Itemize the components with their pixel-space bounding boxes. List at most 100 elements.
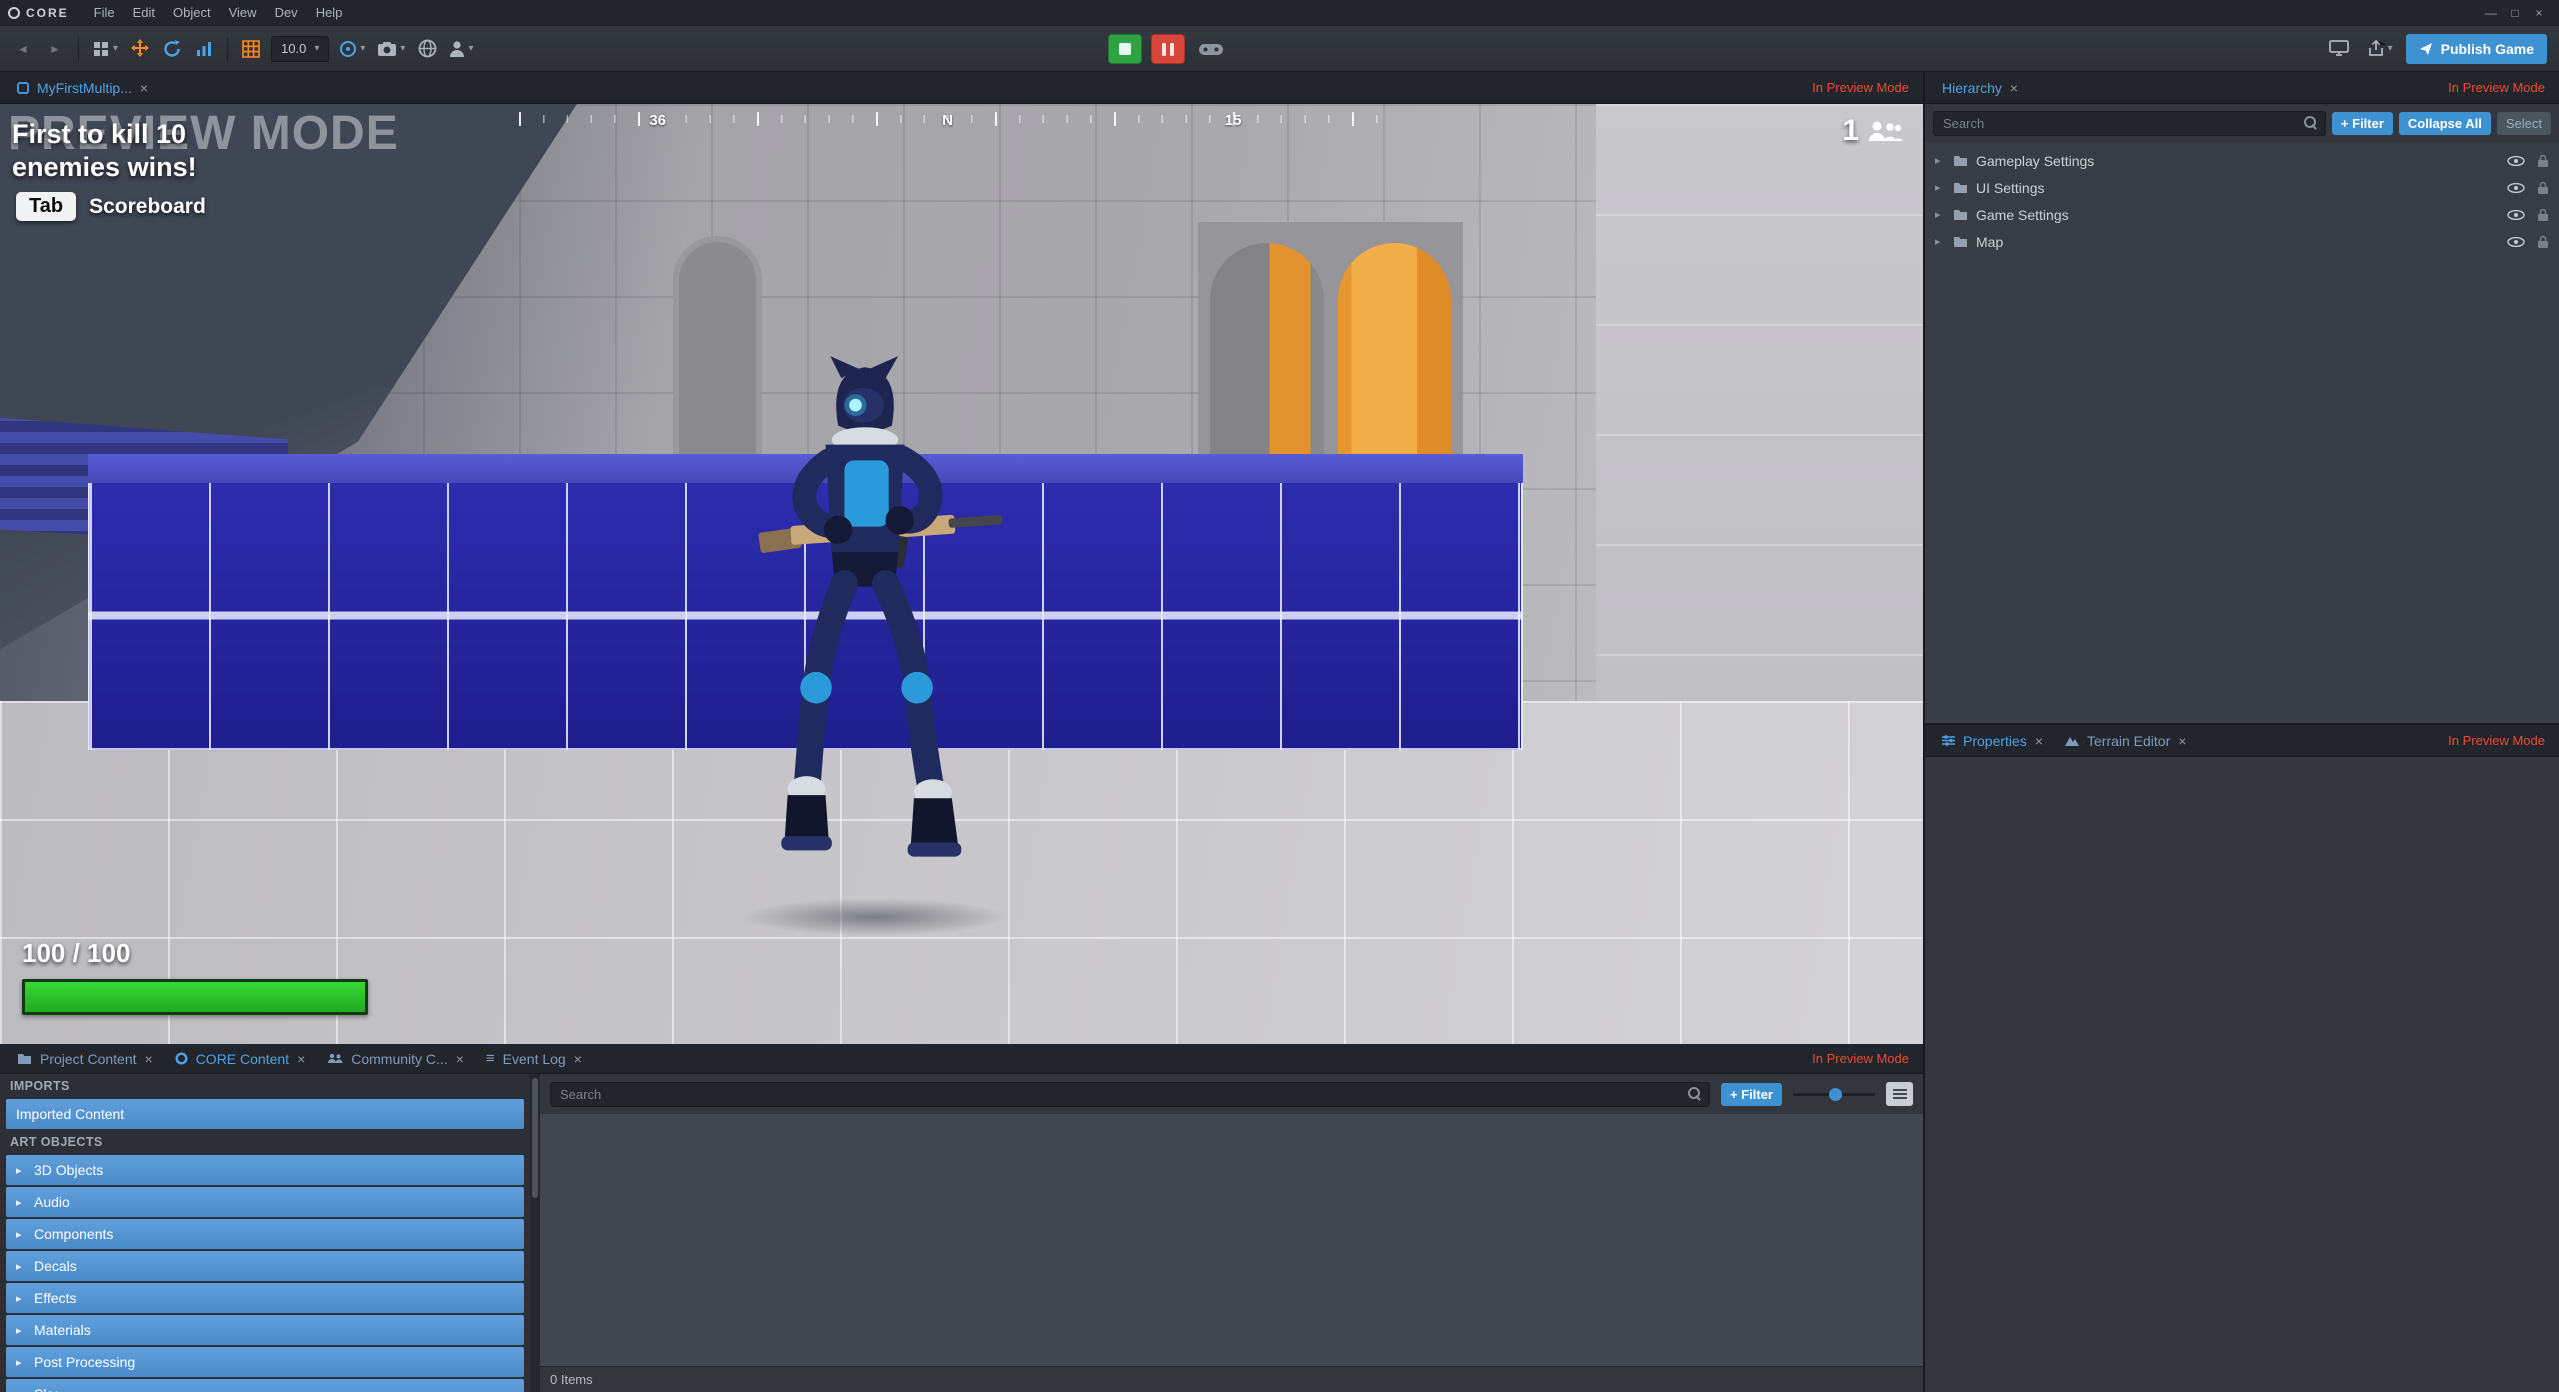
expand-arrow-icon[interactable]: ▸ [1935, 154, 1945, 167]
menu-dev[interactable]: Dev [266, 3, 307, 22]
tab-scene-myfirstmultiplayer[interactable]: MyFirstMultip... × [6, 72, 159, 103]
close-icon[interactable]: × [456, 1051, 464, 1067]
avatar-settings-button[interactable]: ▾ [444, 33, 478, 65]
undo-button[interactable]: ◄ [8, 33, 38, 65]
lock-icon[interactable] [2537, 208, 2549, 222]
menu-view[interactable]: View [220, 3, 266, 22]
close-icon[interactable]: × [145, 1051, 153, 1067]
expand-arrow-icon[interactable]: ▸ [1935, 208, 1945, 221]
close-icon[interactable]: × [140, 80, 148, 96]
tab-community-content[interactable]: Community C... × [316, 1044, 475, 1073]
sidebar-item-sky[interactable]: ▸Sky [6, 1379, 524, 1392]
objective-line-1: First to kill 10 [12, 119, 187, 149]
expand-arrow-icon[interactable]: ▸ [1935, 181, 1945, 194]
visibility-eye-icon[interactable] [2507, 209, 2525, 220]
close-icon[interactable]: × [2010, 80, 2018, 96]
expand-arrow-icon[interactable]: ▸ [1935, 235, 1945, 248]
visibility-eye-icon[interactable] [2507, 236, 2525, 247]
grid-size-select[interactable]: 10.0 ▾ [271, 35, 330, 62]
sidebar-item-audio[interactable]: ▸ Audio [6, 1187, 524, 1217]
hierarchy-item-map[interactable]: ▸ Map [1925, 228, 2559, 255]
expand-arrow-icon[interactable]: ▸ [16, 1196, 26, 1209]
visibility-eye-icon[interactable] [2507, 182, 2525, 193]
close-icon[interactable]: × [2035, 733, 2043, 749]
rotation-snap-button[interactable]: ▾ [334, 33, 370, 65]
close-icon[interactable]: × [574, 1051, 582, 1067]
chevron-down-icon: ▾ [314, 42, 320, 54]
select-button[interactable]: Select [2496, 111, 2551, 135]
sidebar-item-materials[interactable]: ▸ Materials [6, 1315, 524, 1345]
hierarchy-item-ui-settings[interactable]: ▸ UI Settings [1925, 174, 2559, 201]
export-button[interactable]: ▾ [2362, 33, 2398, 65]
expand-arrow-icon[interactable]: ▸ [16, 1164, 26, 1177]
hierarchy-item-game-settings[interactable]: ▸ Game Settings [1925, 201, 2559, 228]
preview-mode-indicator: In Preview Mode [1812, 80, 1909, 95]
asset-grid-empty[interactable] [540, 1114, 1923, 1366]
publish-game-button[interactable]: Publish Game [2405, 33, 2547, 64]
sidebar-item-decals[interactable]: ▸ Decals [6, 1251, 524, 1281]
expand-arrow-icon[interactable]: ▸ [16, 1388, 26, 1392]
sidebar-item-effects[interactable]: ▸ Effects [6, 1283, 524, 1313]
scrollbar-thumb[interactable] [532, 1078, 538, 1198]
menu-file[interactable]: File [85, 3, 124, 22]
minimize-button[interactable]: — [2479, 6, 2503, 20]
scale-tool-button[interactable] [189, 33, 219, 65]
pause-button[interactable] [1151, 34, 1185, 64]
window-close-button[interactable]: × [2527, 6, 2551, 20]
expand-arrow-icon[interactable]: ▸ [16, 1324, 26, 1337]
expand-arrow-icon[interactable]: ▸ [16, 1356, 26, 1369]
close-icon[interactable]: × [297, 1051, 305, 1067]
menu-object[interactable]: Object [164, 3, 220, 22]
viewport-3d[interactable]: 36 N 15 PREVIEW MODE First to kill 10 en… [0, 104, 1923, 1044]
lock-icon[interactable] [2537, 181, 2549, 195]
sidebar-item-imported-content[interactable]: Imported Content [6, 1099, 524, 1129]
menu-help[interactable]: Help [307, 3, 352, 22]
close-icon[interactable]: × [2178, 733, 2186, 749]
toolbar-separator [78, 36, 79, 61]
content-search-input[interactable] [550, 1081, 1710, 1107]
tab-hierarchy[interactable]: Hierarchy × [1931, 72, 2029, 103]
lock-icon[interactable] [2537, 154, 2549, 168]
slider-knob[interactable] [1829, 1087, 1842, 1101]
tab-core-content[interactable]: CORE Content × [164, 1044, 317, 1073]
gamepad-button[interactable] [1194, 33, 1228, 65]
redo-button[interactable]: ► [40, 33, 70, 65]
sidebar-item-components[interactable]: ▸ Components [6, 1219, 524, 1249]
maximize-button[interactable]: □ [2503, 6, 2527, 20]
thumbnail-size-slider[interactable] [1793, 1087, 1875, 1101]
hierarchy-filter-button[interactable]: + Filter [2331, 111, 2393, 135]
expand-arrow-icon[interactable]: ▸ [16, 1260, 26, 1273]
visibility-eye-icon[interactable] [2507, 155, 2525, 166]
content-filter-button[interactable]: + Filter [1721, 1082, 1782, 1106]
view-mode-button[interactable]: ▾ [87, 33, 123, 65]
move-crosshair-icon [131, 38, 150, 57]
snap-to-grid-button[interactable] [236, 33, 266, 65]
event-log-icon: ≡ [485, 1050, 495, 1067]
lock-icon[interactable] [2537, 235, 2549, 249]
expand-arrow-icon[interactable]: ▸ [16, 1228, 26, 1241]
multiplayer-preview-button[interactable] [412, 33, 442, 65]
core-logo: CORE [8, 6, 69, 20]
tab-project-content[interactable]: Project Content × [6, 1044, 164, 1073]
core-logo-icon [175, 1052, 188, 1065]
tab-terrain-editor[interactable]: Terrain Editor × [2054, 725, 2197, 756]
stop-button[interactable] [1108, 34, 1142, 64]
hierarchy-search-input[interactable] [1933, 110, 2326, 136]
collapse-all-button[interactable]: Collapse All [2398, 111, 2491, 135]
rotate-tool-button[interactable] [157, 33, 187, 65]
content-search [550, 1081, 1710, 1107]
sidebar-scrollbar[interactable] [530, 1074, 540, 1392]
move-tool-button[interactable] [125, 33, 155, 65]
tab-properties[interactable]: Properties × [1931, 725, 2054, 756]
search-icon [2303, 115, 2318, 130]
expand-arrow-icon[interactable]: ▸ [16, 1292, 26, 1305]
pause-icon [1170, 42, 1174, 56]
view-toggle-button[interactable] [1886, 1082, 1913, 1106]
screenshot-button[interactable]: ▾ [372, 33, 410, 65]
sidebar-item-3d-objects[interactable]: ▸ 3D Objects [6, 1155, 524, 1185]
hierarchy-item-gameplay-settings[interactable]: ▸ Gameplay Settings [1925, 147, 2559, 174]
menu-edit[interactable]: Edit [124, 3, 164, 22]
preview-screens-button[interactable] [2324, 33, 2354, 65]
tab-event-log[interactable]: ≡ Event Log × [475, 1044, 593, 1073]
sidebar-item-post-processing[interactable]: ▸ Post Processing [6, 1347, 524, 1377]
